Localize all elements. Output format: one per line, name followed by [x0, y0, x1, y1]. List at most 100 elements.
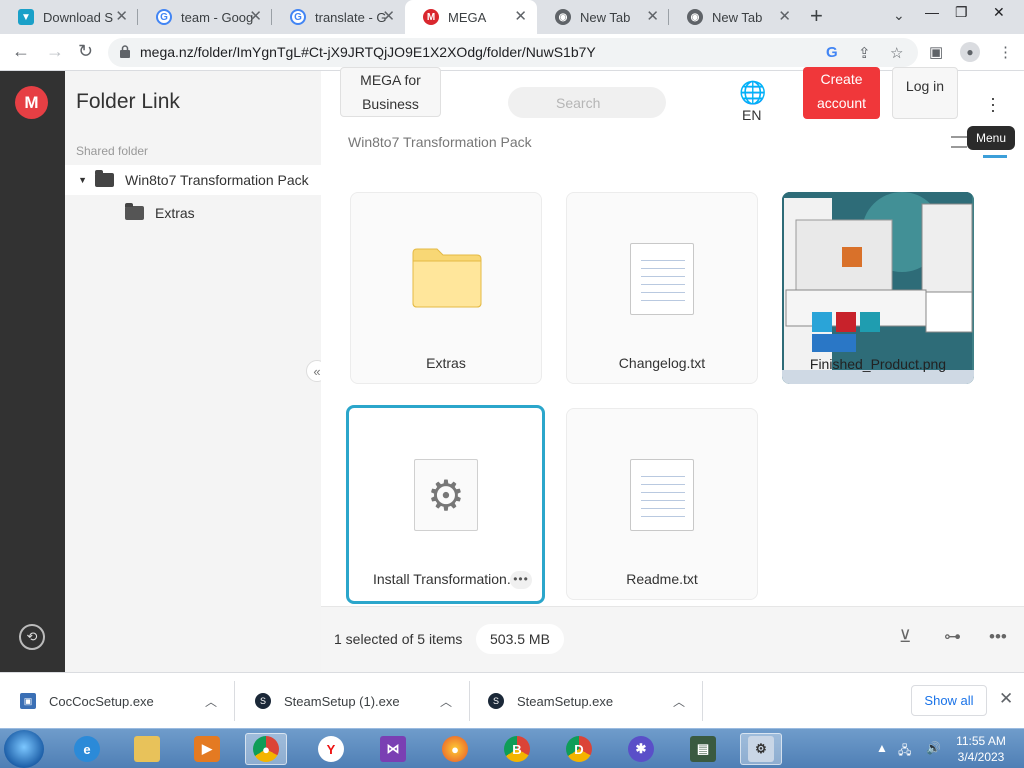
google-lens-icon[interactable]: G — [826, 44, 838, 61]
google-icon: G — [290, 9, 306, 25]
tab-close-icon[interactable]: ✕ — [382, 9, 395, 25]
tray-clock[interactable]: 11:55 AM 3/4/2023 — [952, 733, 1010, 765]
downloads-shelf: ▣ CocCocSetup.exe ︿ S SteamSetup (1).exe… — [0, 672, 1024, 728]
file-tile-text[interactable]: Changelog.txt — [566, 192, 758, 384]
taskbar-terminal-icon[interactable]: ▤ — [682, 733, 724, 765]
taskbar-firefox-icon[interactable]: ● — [434, 733, 476, 765]
breadcrumb[interactable]: Win8to7 Transformation Pack — [348, 134, 532, 150]
new-tab-icon[interactable]: + — [810, 5, 823, 27]
minimize-icon[interactable]: — — [925, 4, 939, 20]
taskbar-control-panel-icon[interactable]: ⚙ — [740, 733, 782, 765]
mega-logo-icon[interactable]: M — [15, 86, 48, 119]
browser-tab-active[interactable]: M MEGA ✕ — [405, 0, 537, 34]
tree-item-label: Win8to7 Transformation Pack — [125, 172, 309, 188]
browser-tab[interactable]: ◉ New Tab ✕ — [669, 0, 801, 34]
forward-arrow-icon[interactable]: → — [46, 41, 64, 61]
file-name: Readme.txt — [626, 571, 698, 587]
share-icon[interactable]: ⇪ — [858, 44, 871, 62]
globe-icon[interactable]: 🌐 — [739, 82, 766, 104]
profile-avatar-icon[interactable]: ● — [960, 42, 980, 62]
tab-close-icon[interactable]: ✕ — [778, 9, 791, 25]
taskbar-media-player-icon[interactable]: ▶ — [186, 733, 228, 765]
download-icon[interactable]: ⊻ — [899, 627, 911, 647]
selection-count: 1 selected of 5 items — [334, 631, 463, 647]
close-shelf-icon[interactable]: ✕ — [999, 689, 1013, 709]
more-actions-icon[interactable]: ••• — [989, 627, 1007, 647]
network-icon[interactable]: 🖧 — [898, 741, 911, 762]
window-close-icon[interactable]: ✕ — [993, 4, 1005, 21]
browser-tab[interactable]: G team - Goog ✕ — [138, 0, 272, 34]
browser-tab[interactable]: ▼ Download S ✕ — [0, 0, 138, 34]
tab-close-icon[interactable]: ✕ — [646, 9, 659, 25]
taskbar-ie-icon[interactable]: e — [66, 733, 108, 765]
browser-menu-icon[interactable]: ⋮ — [998, 43, 1013, 61]
create-account-button[interactable]: Create account — [803, 67, 880, 119]
tab-close-icon[interactable]: ✕ — [249, 9, 262, 25]
clock-time: 11:55 AM — [956, 734, 1006, 748]
menu-tooltip: Menu — [967, 126, 1016, 150]
tray-expand-icon[interactable]: ▲ — [876, 741, 888, 755]
steam-icon: S — [488, 693, 504, 709]
google-icon: G — [156, 9, 172, 25]
side-panel-icon[interactable]: ▣ — [929, 43, 943, 61]
back-arrow-icon[interactable]: ← — [12, 41, 30, 61]
transfer-sync-icon[interactable]: ⟲ — [19, 624, 45, 650]
file-tile-exe-selected[interactable]: ⚙ Install Transformation. ••• — [346, 405, 545, 604]
chrome-icon: ◉ — [555, 9, 571, 25]
windows-start-icon[interactable] — [4, 730, 44, 768]
folder-icon — [95, 170, 114, 187]
taskbar-yandex-icon[interactable]: Y — [310, 733, 352, 765]
download-filename: CocCocSetup.exe — [49, 693, 154, 709]
download-item[interactable]: S SteamSetup.exe ︿ — [468, 673, 703, 729]
text-file-icon — [630, 243, 694, 315]
chevron-up-icon[interactable]: ︿ — [440, 693, 452, 710]
show-all-downloads-button[interactable]: Show all — [911, 685, 987, 716]
menu-kebab-icon[interactable]: · · · — [988, 89, 998, 119]
tab-close-icon[interactable]: ✕ — [115, 9, 128, 25]
search-input[interactable] — [508, 87, 666, 118]
lock-icon — [120, 45, 130, 58]
file-tile-folder[interactable]: Extras — [350, 192, 542, 384]
volume-icon[interactable]: 🔊 — [926, 741, 941, 755]
link-icon[interactable]: ⊶ — [944, 627, 961, 647]
download-item[interactable]: S SteamSetup (1).exe ︿ — [235, 673, 470, 729]
browser-tab[interactable]: G translate - G ✕ — [272, 0, 405, 34]
more-options-icon[interactable]: ••• — [510, 571, 532, 589]
download-item[interactable]: ▣ CocCocSetup.exe ︿ — [0, 673, 235, 729]
reload-icon[interactable]: ↻ — [78, 41, 93, 61]
tab-close-icon[interactable]: ✕ — [514, 9, 527, 25]
file-tile-image[interactable]: Finished_Product.png — [782, 192, 974, 384]
chevron-up-icon[interactable]: ︿ — [673, 693, 685, 710]
folder-tree-panel: Folder Link Shared folder ▼ Win8to7 Tran… — [65, 71, 321, 672]
restore-icon[interactable]: ❐ — [955, 4, 968, 21]
mega-left-rail: M ⟲ — [0, 71, 65, 672]
language-code[interactable]: EN — [742, 107, 761, 123]
taskbar-chrome-icon[interactable]: ● — [245, 733, 287, 765]
list-view-icon[interactable] — [951, 136, 967, 148]
file-name: Extras — [426, 355, 466, 371]
clock-date: 3/4/2023 — [957, 750, 1005, 764]
download-site-icon: ▼ — [18, 9, 34, 25]
taskbar-visual-studio-icon[interactable]: ⋈ — [372, 733, 414, 765]
selection-status-bar: 1 selected of 5 items 503.5 MB ⊻ ⊶ ••• — [321, 606, 1024, 672]
address-bar[interactable]: mega.nz/folder/ImYgnTgL#Ct-jX9JRTQjJO9E1… — [108, 38, 918, 67]
taskbar-chrome-dev-icon[interactable]: D — [558, 733, 600, 765]
tree-item-extras[interactable]: Extras — [65, 198, 321, 228]
taskbar-explorer-icon[interactable] — [126, 733, 168, 765]
text-file-icon — [630, 459, 694, 531]
taskbar-chrome-beta-icon[interactable]: B — [496, 733, 538, 765]
log-in-button[interactable]: Log in — [892, 67, 958, 119]
download-filename: SteamSetup.exe — [517, 693, 614, 709]
mega-business-button[interactable]: MEGA for Business — [340, 67, 441, 117]
chevron-up-icon[interactable]: ︿ — [205, 693, 217, 710]
browser-tab[interactable]: ◉ New Tab ✕ — [537, 0, 669, 34]
bookmark-star-icon[interactable]: ☆ — [890, 44, 903, 62]
file-name: Changelog.txt — [618, 355, 706, 371]
expand-caret-icon[interactable]: ▼ — [65, 175, 95, 185]
gear-icon: ⚙ — [414, 459, 478, 531]
chrome-icon: ◉ — [687, 9, 703, 25]
tree-item-root[interactable]: ▼ Win8to7 Transformation Pack — [65, 165, 321, 195]
file-tile-text[interactable]: Readme.txt — [566, 408, 758, 600]
taskbar-bug-app-icon[interactable]: ✱ — [620, 733, 662, 765]
tab-search-chevron-icon[interactable]: ⌄ — [893, 7, 905, 24]
